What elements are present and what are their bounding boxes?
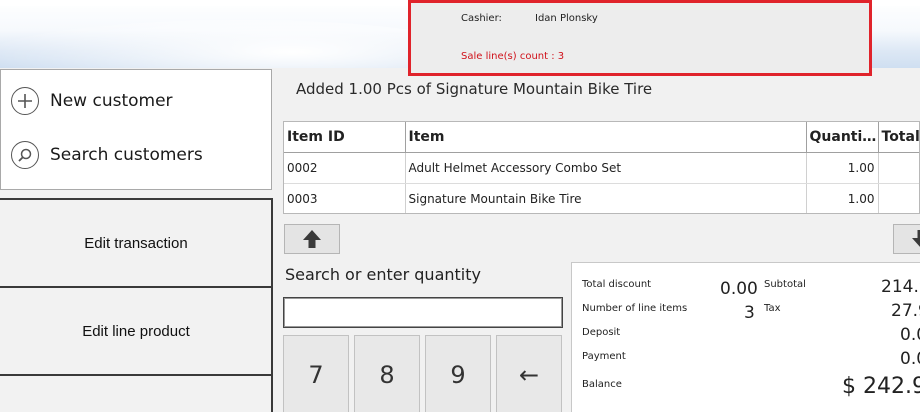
tax-label: Tax	[764, 303, 781, 314]
column-header-item[interactable]: Item	[405, 122, 807, 153]
deposit-label: Deposit	[582, 327, 621, 338]
sale-line-count: Sale line(s) count : 3	[461, 51, 565, 62]
quantity-input[interactable]	[283, 297, 563, 328]
table-row[interactable]: 0002 Adult Helmet Accessory Combo Set 1.…	[284, 152, 919, 184]
arrow-down-icon	[912, 230, 920, 247]
new-customer-label: New customer	[50, 91, 173, 111]
deposit-value: 0.0	[900, 325, 920, 345]
keypad-9-button[interactable]: 9	[425, 335, 491, 412]
search-customers-label: Search customers	[50, 145, 203, 165]
cashier-info-panel: Cashier: Idan Plonsky Sale line(s) count…	[408, 0, 872, 76]
customer-panel: New customer Search customers	[0, 69, 272, 190]
line-items-label: Number of line items	[582, 303, 688, 314]
payment-label: Payment	[582, 351, 626, 362]
scroll-up-button[interactable]	[284, 224, 340, 254]
plus-circle-icon	[11, 87, 39, 115]
subtotal-value: 214.9	[881, 277, 920, 297]
table-row[interactable]: 0003 Signature Mountain Bike Tire 1.00 3	[284, 183, 919, 213]
new-customer-button[interactable]: New customer	[11, 87, 173, 115]
cell-quantity: 1.00	[806, 183, 879, 213]
column-header-total[interactable]: Total	[878, 122, 919, 153]
balance-value: $ 242.9	[842, 374, 920, 399]
cell-total: 3	[878, 152, 919, 184]
keypad-8-button[interactable]: 8	[354, 335, 420, 412]
cell-quantity: 1.00	[806, 152, 879, 184]
arrow-up-icon	[303, 230, 321, 248]
subtotal-label: Subtotal	[764, 279, 806, 290]
column-header-item-id[interactable]: Item ID	[284, 122, 406, 153]
scroll-down-button[interactable]	[893, 224, 920, 254]
keypad-backspace-button[interactable]: ←	[496, 335, 562, 412]
side-button-empty[interactable]	[0, 374, 272, 412]
balance-label: Balance	[582, 379, 622, 390]
total-discount-label: Total discount	[582, 279, 652, 290]
cell-item-id: 0002	[284, 152, 406, 184]
status-message: Added 1.00 Pcs of Signature Mountain Bik…	[296, 80, 653, 98]
edit-line-product-button[interactable]: Edit line product	[0, 286, 272, 374]
keypad-7-button[interactable]: 7	[283, 335, 349, 412]
cashier-label: Cashier:	[461, 13, 502, 24]
tax-value: 27.9	[891, 301, 920, 321]
line-items-value: 3	[744, 303, 755, 323]
table-header-row: Item ID Item Quanti… Total	[284, 122, 919, 153]
cell-item-id: 0003	[284, 183, 406, 213]
cashier-name: Idan Plonsky	[535, 13, 598, 24]
edit-transaction-button[interactable]: Edit transaction	[0, 198, 272, 286]
cell-item: Adult Helmet Accessory Combo Set	[405, 152, 807, 184]
search-customers-button[interactable]: Search customers	[11, 141, 203, 169]
magnifier-circle-icon	[11, 141, 39, 169]
left-column-divider	[271, 198, 273, 412]
payment-value: 0.0	[900, 349, 920, 369]
cell-total: 3	[878, 183, 919, 213]
quantity-label: Search or enter quantity	[285, 265, 481, 284]
column-header-quantity[interactable]: Quanti…	[806, 122, 879, 153]
totals-panel: Total discount 0.00 Number of line items…	[571, 262, 920, 412]
total-discount-value: 0.00	[720, 279, 758, 299]
sale-lines-table: Item ID Item Quanti… Total 0002 Adult He…	[283, 121, 920, 214]
cell-item: Signature Mountain Bike Tire	[405, 183, 807, 213]
